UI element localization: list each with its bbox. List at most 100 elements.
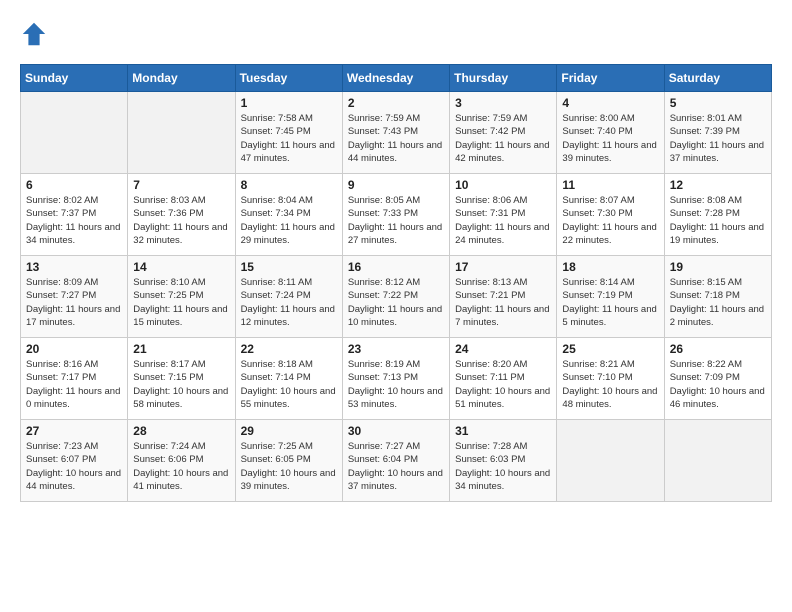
calendar-cell [128, 92, 235, 174]
calendar-cell: 1Sunrise: 7:58 AM Sunset: 7:45 PM Daylig… [235, 92, 342, 174]
day-number: 31 [455, 424, 551, 438]
day-number: 15 [241, 260, 337, 274]
day-info: Sunrise: 8:05 AM Sunset: 7:33 PM Dayligh… [348, 194, 444, 247]
day-number: 22 [241, 342, 337, 356]
day-info: Sunrise: 8:22 AM Sunset: 7:09 PM Dayligh… [670, 358, 766, 411]
day-info: Sunrise: 8:01 AM Sunset: 7:39 PM Dayligh… [670, 112, 766, 165]
calendar-cell: 23Sunrise: 8:19 AM Sunset: 7:13 PM Dayli… [342, 338, 449, 420]
calendar-cell: 13 Sunrise: 8:09 AM Sunset: 7:27 PM Dayli… [21, 256, 128, 338]
day-number: 14 [133, 260, 229, 274]
day-info: Sunrise: 8:17 AM Sunset: 7:15 PM Dayligh… [133, 358, 229, 411]
day-number: 3 [455, 96, 551, 110]
calendar-cell: 9 Sunrise: 8:05 AM Sunset: 7:33 PM Daylig… [342, 174, 449, 256]
calendar-cell: 28 Sunrise: 7:24 AM Sunset: 6:06 PM Dayli… [128, 420, 235, 502]
calendar-cell: 27 Sunrise: 7:23 AM Sunset: 6:07 PM Dayli… [21, 420, 128, 502]
day-info: Sunrise: 7:27 AM Sunset: 6:04 PM Dayligh… [348, 440, 444, 493]
calendar-cell: 3 Sunrise: 7:59 AM Sunset: 7:42 PM Daylig… [450, 92, 557, 174]
logo [20, 20, 52, 48]
day-info: Sunrise: 8:15 AM Sunset: 7:18 PM Dayligh… [670, 276, 766, 329]
day-number: 16 [348, 260, 444, 274]
calendar-cell: 17 Sunrise: 8:13 AM Sunset: 7:21 PM Dayli… [450, 256, 557, 338]
weekday-header: Tuesday [235, 65, 342, 92]
day-number: 6 [26, 178, 122, 192]
day-number: 30 [348, 424, 444, 438]
calendar-cell: 2 Sunrise: 7:59 AM Sunset: 7:43 PM Daylig… [342, 92, 449, 174]
page-header [20, 20, 772, 48]
day-info: Sunrise: 8:14 AM Sunset: 7:19 PM Dayligh… [562, 276, 658, 329]
calendar-week-row: 20 Sunrise: 8:16 AM Sunset: 7:17 PM Dayli… [21, 338, 772, 420]
day-info: Sunrise: 7:25 AM Sunset: 6:05 PM Dayligh… [241, 440, 337, 493]
day-info: Sunrise: 8:16 AM Sunset: 7:17 PM Dayligh… [26, 358, 122, 411]
day-info: Sunrise: 7:24 AM Sunset: 6:06 PM Dayligh… [133, 440, 229, 493]
day-number: 5 [670, 96, 766, 110]
day-info: Sunrise: 8:08 AM Sunset: 7:28 PM Dayligh… [670, 194, 766, 247]
day-info: Sunrise: 8:06 AM Sunset: 7:31 PM Dayligh… [455, 194, 551, 247]
day-number: 12 [670, 178, 766, 192]
day-number: 27 [26, 424, 122, 438]
calendar-week-row: 27 Sunrise: 7:23 AM Sunset: 6:07 PM Dayli… [21, 420, 772, 502]
calendar-cell: 24 Sunrise: 8:20 AM Sunset: 7:11 PM Dayli… [450, 338, 557, 420]
day-number: 17 [455, 260, 551, 274]
weekday-header: Sunday [21, 65, 128, 92]
calendar-body: 1Sunrise: 7:58 AM Sunset: 7:45 PM Daylig… [21, 92, 772, 502]
day-info: Sunrise: 8:03 AM Sunset: 7:36 PM Dayligh… [133, 194, 229, 247]
calendar-cell: 20 Sunrise: 8:16 AM Sunset: 7:17 PM Dayli… [21, 338, 128, 420]
calendar-cell: 19Sunrise: 8:15 AM Sunset: 7:18 PM Dayli… [664, 256, 771, 338]
day-number: 10 [455, 178, 551, 192]
calendar-cell: 5 Sunrise: 8:01 AM Sunset: 7:39 PM Daylig… [664, 92, 771, 174]
calendar-week-row: 1Sunrise: 7:58 AM Sunset: 7:45 PM Daylig… [21, 92, 772, 174]
calendar-cell: 22 Sunrise: 8:18 AM Sunset: 7:14 PM Dayli… [235, 338, 342, 420]
calendar-cell: 12 Sunrise: 8:08 AM Sunset: 7:28 PM Dayli… [664, 174, 771, 256]
calendar-cell [21, 92, 128, 174]
day-number: 29 [241, 424, 337, 438]
calendar-cell: 30 Sunrise: 7:27 AM Sunset: 6:04 PM Dayli… [342, 420, 449, 502]
day-number: 4 [562, 96, 658, 110]
calendar-cell: 29 Sunrise: 7:25 AM Sunset: 6:05 PM Dayli… [235, 420, 342, 502]
calendar-week-row: 13 Sunrise: 8:09 AM Sunset: 7:27 PM Dayli… [21, 256, 772, 338]
day-info: Sunrise: 8:10 AM Sunset: 7:25 PM Dayligh… [133, 276, 229, 329]
day-info: Sunrise: 7:59 AM Sunset: 7:42 PM Dayligh… [455, 112, 551, 165]
calendar-cell [557, 420, 664, 502]
day-info: Sunrise: 8:02 AM Sunset: 7:37 PM Dayligh… [26, 194, 122, 247]
calendar-cell: 8 Sunrise: 8:04 AM Sunset: 7:34 PM Daylig… [235, 174, 342, 256]
day-number: 2 [348, 96, 444, 110]
calendar-table: SundayMondayTuesdayWednesdayThursdayFrid… [20, 64, 772, 502]
day-number: 13 [26, 260, 122, 274]
day-info: Sunrise: 7:59 AM Sunset: 7:43 PM Dayligh… [348, 112, 444, 165]
day-info: Sunrise: 8:09 AM Sunset: 7:27 PM Dayligh… [26, 276, 122, 329]
day-number: 21 [133, 342, 229, 356]
calendar-week-row: 6 Sunrise: 8:02 AM Sunset: 7:37 PM Daylig… [21, 174, 772, 256]
weekday-header: Thursday [450, 65, 557, 92]
day-number: 26 [670, 342, 766, 356]
day-info: Sunrise: 7:23 AM Sunset: 6:07 PM Dayligh… [26, 440, 122, 493]
day-info: Sunrise: 8:18 AM Sunset: 7:14 PM Dayligh… [241, 358, 337, 411]
calendar-header: SundayMondayTuesdayWednesdayThursdayFrid… [21, 65, 772, 92]
day-number: 9 [348, 178, 444, 192]
day-info: Sunrise: 8:04 AM Sunset: 7:34 PM Dayligh… [241, 194, 337, 247]
day-info: Sunrise: 8:11 AM Sunset: 7:24 PM Dayligh… [241, 276, 337, 329]
day-number: 25 [562, 342, 658, 356]
day-number: 28 [133, 424, 229, 438]
calendar-cell: 31Sunrise: 7:28 AM Sunset: 6:03 PM Dayli… [450, 420, 557, 502]
day-info: Sunrise: 8:19 AM Sunset: 7:13 PM Dayligh… [348, 358, 444, 411]
day-number: 8 [241, 178, 337, 192]
calendar-cell: 15 Sunrise: 8:11 AM Sunset: 7:24 PM Dayli… [235, 256, 342, 338]
calendar-cell: 11Sunrise: 8:07 AM Sunset: 7:30 PM Dayli… [557, 174, 664, 256]
day-info: Sunrise: 8:13 AM Sunset: 7:21 PM Dayligh… [455, 276, 551, 329]
day-number: 1 [241, 96, 337, 110]
day-number: 20 [26, 342, 122, 356]
weekday-header: Monday [128, 65, 235, 92]
day-number: 7 [133, 178, 229, 192]
weekday-header: Saturday [664, 65, 771, 92]
calendar-cell: 6 Sunrise: 8:02 AM Sunset: 7:37 PM Daylig… [21, 174, 128, 256]
weekday-header: Wednesday [342, 65, 449, 92]
calendar-cell: 21 Sunrise: 8:17 AM Sunset: 7:15 PM Dayli… [128, 338, 235, 420]
day-number: 18 [562, 260, 658, 274]
calendar-cell: 18 Sunrise: 8:14 AM Sunset: 7:19 PM Dayli… [557, 256, 664, 338]
day-info: Sunrise: 8:20 AM Sunset: 7:11 PM Dayligh… [455, 358, 551, 411]
day-info: Sunrise: 8:12 AM Sunset: 7:22 PM Dayligh… [348, 276, 444, 329]
day-number: 24 [455, 342, 551, 356]
calendar-cell: 7 Sunrise: 8:03 AM Sunset: 7:36 PM Daylig… [128, 174, 235, 256]
calendar-cell: 4Sunrise: 8:00 AM Sunset: 7:40 PM Daylig… [557, 92, 664, 174]
weekday-header: Friday [557, 65, 664, 92]
